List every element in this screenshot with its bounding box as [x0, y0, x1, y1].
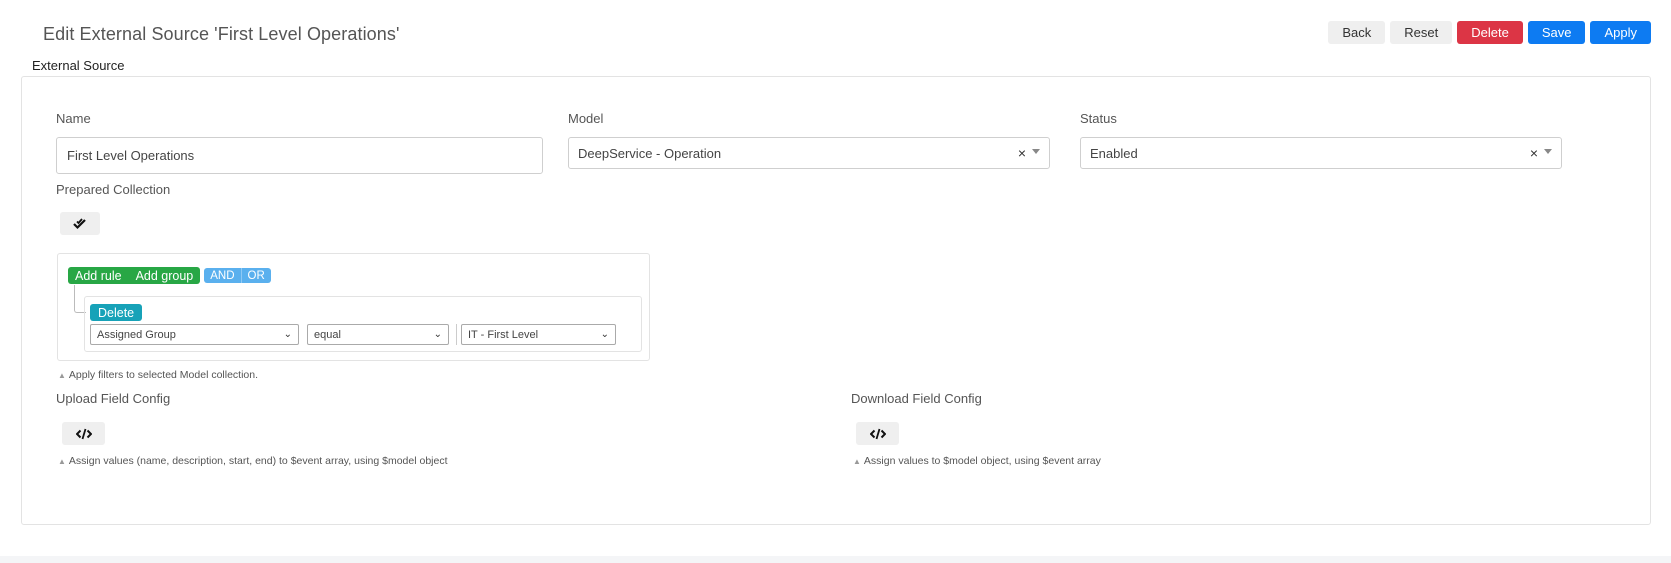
page-title: Edit External Source 'First Level Operat…	[43, 24, 400, 44]
status-caret-down-icon[interactable]	[1544, 148, 1552, 154]
query-rule: Delete Assigned Group ⌄ equal ⌄ IT - Fir…	[84, 296, 642, 352]
help-triangle-icon: ▲	[58, 371, 66, 380]
rule-field-select[interactable]: Assigned Group ⌄	[90, 324, 299, 345]
code-icon	[75, 428, 92, 439]
upload-code-button[interactable]	[62, 422, 105, 445]
upload-field-config-label: Upload Field Config	[56, 391, 171, 406]
model-select-value: DeepService - Operation	[578, 145, 722, 161]
reset-button[interactable]: Reset	[1390, 21, 1453, 44]
upload-field-config-help: ▲ Assign values (name, description, start…	[58, 455, 448, 467]
chevron-down-icon: ⌄	[600, 329, 609, 340]
add-rule-button[interactable]: Add rule	[68, 267, 129, 284]
rule-operator-value: equal	[314, 328, 341, 341]
prepared-collection-label: Prepared Collection	[56, 182, 171, 197]
condition-or-button[interactable]: OR	[241, 268, 271, 283]
download-field-config-help: ▲ Assign values to $model object, using $…	[853, 455, 1101, 467]
apply-button[interactable]: Apply	[1590, 21, 1651, 44]
status-clear-icon[interactable]: ×	[1530, 145, 1538, 161]
code-icon	[869, 428, 886, 439]
condition-toggle: AND OR	[204, 267, 271, 284]
rule-value-select[interactable]: IT - First Level ⌄	[461, 324, 616, 345]
rule-field-value: Assigned Group	[97, 328, 176, 341]
delete-rule-button[interactable]: Delete	[90, 304, 143, 321]
name-input-value: First Level Operations	[67, 148, 195, 163]
query-builder: Add rule Add group AND OR Delete Assigne…	[57, 253, 650, 361]
add-group-button[interactable]: Add group	[128, 267, 201, 284]
delete-button[interactable]: Delete	[1457, 21, 1523, 44]
model-caret-down-icon[interactable]	[1032, 148, 1040, 154]
status-label: Status	[1080, 111, 1117, 126]
status-select[interactable]: Enabled ×	[1080, 137, 1562, 169]
help-triangle-icon: ▲	[58, 457, 66, 466]
download-field-config-label: Download Field Config	[851, 391, 982, 406]
status-select-value: Enabled	[1090, 145, 1138, 161]
double-check-icon	[73, 217, 86, 229]
name-input[interactable]: First Level Operations	[56, 137, 543, 174]
section-label: External Source	[32, 58, 125, 73]
download-code-button[interactable]	[856, 422, 899, 445]
save-button[interactable]: Save	[1527, 21, 1586, 44]
download-field-config-help-text: Assign values to $model object, using $e…	[863, 455, 1101, 467]
condition-and-button[interactable]: AND	[204, 268, 242, 283]
query-builder-actions: Add rule Add group AND OR	[68, 267, 271, 284]
prepared-collection-help-text: Apply filters to selected Model collecti…	[68, 369, 259, 381]
chevron-down-icon: ⌄	[283, 329, 292, 340]
footer-strip	[0, 556, 1671, 563]
model-label: Model	[568, 111, 604, 126]
model-select[interactable]: DeepService - Operation ×	[568, 137, 1050, 169]
chevron-down-icon: ⌄	[433, 329, 442, 340]
name-label: Name	[56, 111, 91, 126]
prepared-collection-help: ▲ Apply filters to selected Model collect…	[58, 369, 258, 381]
rule-value-value: IT - First Level	[468, 328, 539, 341]
upload-field-config-help-text: Assign values (name, description, start,…	[68, 455, 448, 467]
rule-operator-select[interactable]: equal ⌄	[307, 324, 449, 345]
help-triangle-icon: ▲	[853, 457, 861, 466]
model-clear-icon[interactable]: ×	[1018, 145, 1026, 161]
back-button[interactable]: Back	[1328, 21, 1386, 44]
toolbar: Back Reset Delete Save Apply	[1328, 21, 1651, 44]
rule-separator	[456, 324, 457, 345]
validate-button[interactable]	[60, 212, 100, 235]
